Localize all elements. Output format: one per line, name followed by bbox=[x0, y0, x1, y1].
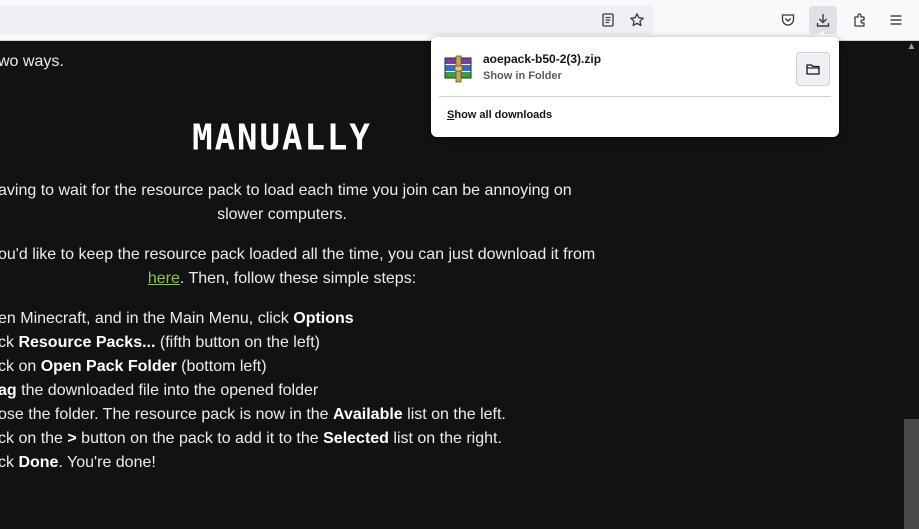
step-text: (fifth button on the left) bbox=[155, 334, 320, 351]
list-item: en Minecraft, and in the Main Menu, clic… bbox=[0, 307, 506, 331]
bookmark-star-icon[interactable] bbox=[623, 6, 651, 34]
list-item: ose the folder. The resource pack is now… bbox=[0, 403, 506, 427]
url-bar[interactable] bbox=[0, 5, 654, 35]
show-in-folder-button[interactable] bbox=[796, 52, 830, 86]
scrollbar-thumb[interactable] bbox=[904, 419, 919, 529]
extensions-icon[interactable] bbox=[846, 6, 874, 34]
paragraph-download: ou'd like to keep the resource pack load… bbox=[0, 243, 596, 291]
section-heading: Manually bbox=[192, 117, 372, 159]
paragraph-line: ou'd like to keep the resource pack load… bbox=[0, 246, 596, 263]
step-text: ck on bbox=[0, 358, 41, 375]
step-bold: Done bbox=[18, 454, 59, 471]
download-filename: aoepack-b50-2(3).zip bbox=[483, 52, 602, 66]
step-bold: Selected bbox=[323, 430, 389, 447]
step-text: ck bbox=[0, 334, 19, 351]
list-item: ck on the > button on the pack to add it… bbox=[0, 427, 506, 451]
paragraph-line: aving to wait for the resource pack to l… bbox=[0, 182, 572, 199]
browser-toolbar bbox=[0, 0, 919, 41]
step-text: ck on the bbox=[0, 430, 68, 447]
step-text: en Minecraft, and in the Main Menu, clic… bbox=[0, 310, 294, 327]
step-text: button on the pack to add it to the bbox=[76, 430, 324, 447]
downloads-panel: aoepack-b50-2(3).zip Show in Folder Show… bbox=[431, 37, 839, 137]
step-bold: Available bbox=[333, 406, 403, 423]
show-all-downloads-button[interactable]: Show all downloads bbox=[447, 109, 552, 121]
steps-list: en Minecraft, and in the Main Menu, clic… bbox=[0, 307, 506, 475]
scroll-up-arrow-icon[interactable]: ▲ bbox=[906, 41, 917, 55]
archive-file-icon bbox=[443, 55, 475, 83]
menu-icon[interactable] bbox=[882, 6, 910, 34]
step-bold: Open Pack Folder bbox=[40, 358, 177, 375]
step-text: ose the folder. The resource pack is now… bbox=[0, 406, 334, 423]
intro-text: wo ways. bbox=[0, 53, 64, 70]
step-text: list on the right. bbox=[388, 430, 502, 447]
list-item: ck Done. You're done! bbox=[0, 451, 506, 475]
step-text: (bottom left) bbox=[176, 358, 267, 375]
list-item: ag the downloaded file into the opened f… bbox=[0, 379, 506, 403]
folder-icon bbox=[806, 64, 820, 75]
reader-view-icon[interactable] bbox=[594, 6, 622, 34]
show-all-label: how all downloads bbox=[454, 109, 553, 121]
here-link[interactable]: here bbox=[148, 270, 180, 287]
paragraph-load-time: aving to wait for the resource pack to l… bbox=[0, 179, 572, 227]
paragraph-line: here. Then, follow these simple steps: bbox=[0, 267, 564, 291]
step-bold: > bbox=[67, 430, 77, 447]
step-bold: Options bbox=[293, 310, 354, 327]
step-text: ck bbox=[0, 454, 19, 471]
list-item: ck Resource Packs... (fifth button on th… bbox=[0, 331, 506, 355]
step-bold: ag bbox=[0, 382, 17, 399]
panel-divider bbox=[439, 96, 831, 97]
step-bold: Resource Packs... bbox=[18, 334, 156, 351]
step-text: the downloaded file into the opened fold… bbox=[16, 382, 319, 399]
paragraph-line: slower computers. bbox=[217, 206, 347, 223]
paragraph-text: . Then, follow these simple steps: bbox=[179, 270, 417, 287]
download-item[interactable]: aoepack-b50-2(3).zip Show in Folder bbox=[439, 47, 831, 91]
pocket-icon[interactable] bbox=[774, 6, 802, 34]
step-text: . You're done! bbox=[58, 454, 156, 471]
download-status: Show in Folder bbox=[483, 70, 562, 82]
step-text: list on the left. bbox=[402, 406, 506, 423]
downloads-icon[interactable] bbox=[809, 6, 837, 34]
list-item: ck on Open Pack Folder (bottom left) bbox=[0, 355, 506, 379]
